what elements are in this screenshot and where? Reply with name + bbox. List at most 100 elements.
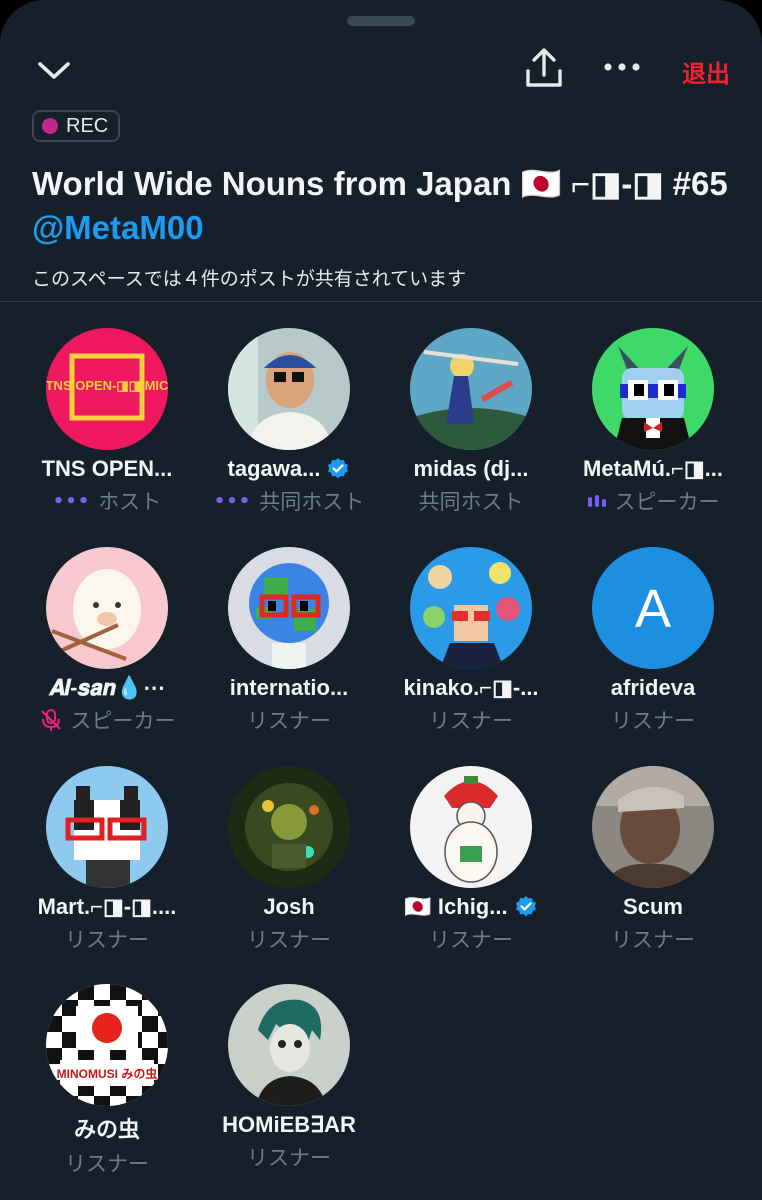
- participant-role: ••• 共同ホスト: [198, 486, 380, 516]
- participant-name: TNS OPEN...: [16, 456, 198, 482]
- participant-role: スピーカー: [16, 705, 198, 735]
- space-sheet: 退出 REC World Wide Nouns from Japan 🇯🇵 ⌐◨…: [0, 0, 762, 1200]
- more-options-icon[interactable]: [600, 52, 644, 82]
- leave-button[interactable]: 退出: [682, 54, 730, 89]
- verified-badge-icon: [515, 896, 536, 917]
- participant-name: みの虫: [16, 1112, 198, 1144]
- chevron-down-icon[interactable]: [34, 50, 74, 90]
- participant-name: internatio...: [198, 675, 380, 701]
- participant-role: リスナー: [380, 705, 562, 735]
- avatar[interactable]: [592, 766, 714, 888]
- avatar[interactable]: [592, 328, 714, 450]
- avatar[interactable]: [46, 766, 168, 888]
- participant-10[interactable]: 🇯🇵 Ichig... リスナー: [380, 766, 562, 954]
- space-title: World Wide Nouns from Japan 🇯🇵 ⌐◨-◨ #65 …: [32, 162, 732, 250]
- avatar[interactable]: [228, 547, 350, 669]
- participant-role-text: リスナー: [247, 1146, 331, 1170]
- avatar[interactable]: [228, 984, 350, 1106]
- participant-role-text: リスナー: [65, 928, 149, 952]
- participant-name: kinako.⌐◨-...: [380, 675, 562, 701]
- avatar[interactable]: [410, 547, 532, 669]
- participant-name-text: midas (dj...: [413, 456, 529, 481]
- avatar[interactable]: MINOMUSI みの虫: [46, 984, 168, 1106]
- participant-6[interactable]: kinako.⌐◨-... リスナー: [380, 547, 562, 735]
- shared-posts-link[interactable]: このスペースでは４件のポストが共有されています: [32, 264, 466, 291]
- speaking-dots-icon: •••: [52, 490, 91, 512]
- participant-1[interactable]: tagawa... ••• 共同ホスト: [198, 328, 380, 516]
- participant-name-text: 🇯🇵 Ichig...: [404, 894, 508, 919]
- participant-9[interactable]: Josh リスナー: [198, 766, 380, 954]
- participant-role: リスナー: [16, 924, 198, 954]
- participant-role-text: リスナー: [611, 928, 695, 952]
- participant-role: リスナー: [562, 705, 744, 735]
- recording-dot-icon: [42, 118, 58, 134]
- participant-role-text: リスナー: [429, 928, 513, 952]
- participant-name-text: 𝑨𝒍-𝒔𝒂𝒏💧⋯: [48, 675, 166, 700]
- participant-11[interactable]: Scum リスナー: [562, 766, 744, 954]
- participant-13[interactable]: HOMiEB∃AR リスナー: [198, 984, 380, 1172]
- space-title-text: World Wide Nouns from Japan 🇯🇵 ⌐◨-◨ #65: [32, 165, 728, 202]
- participant-name: 𝑨𝒍-𝒔𝒂𝒏💧⋯: [16, 675, 198, 701]
- avatar[interactable]: [410, 328, 532, 450]
- participant-12[interactable]: MINOMUSI みの虫みの虫リスナー: [16, 984, 198, 1178]
- avatar[interactable]: [46, 547, 168, 669]
- mic-muted-icon: [40, 709, 61, 731]
- title-handle-link[interactable]: @MetaM00: [32, 209, 204, 246]
- participant-role-text: 共同ホスト: [418, 490, 524, 514]
- participant-8[interactable]: Mart.⌐◨-◨.... リスナー: [16, 766, 198, 954]
- participant-role: リスナー: [380, 924, 562, 954]
- participant-0[interactable]: TNS OPEN-◨◨ MIC TNS OPEN... ••• ホスト: [16, 328, 198, 516]
- participant-name-text: みの虫: [73, 1117, 140, 1142]
- participant-role-text: リスナー: [247, 709, 331, 733]
- avatar[interactable]: [228, 328, 350, 450]
- participant-name: afrideva: [562, 675, 744, 701]
- participant-name-text: Mart.⌐◨-◨....: [37, 894, 177, 919]
- share-icon[interactable]: [522, 46, 566, 90]
- participant-name: MetaMú.⌐◨...: [562, 456, 744, 482]
- participant-name: HOMiEB∃AR: [198, 1112, 380, 1138]
- participant-name-text: HOMiEB∃AR: [222, 1112, 356, 1137]
- participant-name-text: afrideva: [610, 675, 696, 700]
- participant-name: tagawa...: [198, 456, 380, 482]
- participant-name: Mart.⌐◨-◨....: [16, 894, 198, 920]
- participant-role-text: リスナー: [247, 928, 331, 952]
- participant-name-text: kinako.⌐◨-...: [403, 675, 539, 700]
- participant-role: リスナー: [198, 1142, 380, 1172]
- participant-3[interactable]: MetaMú.⌐◨... スピーカー: [562, 328, 744, 516]
- participant-4[interactable]: 𝑨𝒍-𝒔𝒂𝒏💧⋯ スピーカー: [16, 547, 198, 735]
- participant-role-text: 共同ホスト: [259, 490, 365, 514]
- participant-role: スピーカー: [562, 486, 744, 516]
- participant-name: midas (dj...: [380, 456, 562, 482]
- participant-role: ••• ホスト: [16, 486, 198, 516]
- speaking-bars-icon: [587, 495, 606, 507]
- participant-role-text: リスナー: [429, 709, 513, 733]
- participant-name-text: TNS OPEN...: [41, 456, 173, 481]
- participant-role-text: リスナー: [65, 1152, 149, 1176]
- participant-name: Scum: [562, 894, 744, 920]
- participant-role-text: スピーカー: [614, 490, 720, 514]
- avatar[interactable]: [410, 766, 532, 888]
- svg-text:A: A: [635, 579, 671, 639]
- speaking-dots-icon: •••: [213, 490, 252, 512]
- divider: [0, 301, 762, 302]
- participant-role: リスナー: [562, 924, 744, 954]
- svg-text:MINOMUSI みの虫: MINOMUSI みの虫: [57, 1066, 158, 1081]
- participant-role: リスナー: [16, 1148, 198, 1178]
- recording-label: REC: [66, 114, 109, 137]
- avatar[interactable]: TNS OPEN-◨◨ MIC: [46, 328, 168, 450]
- recording-badge: REC: [32, 110, 121, 142]
- participant-role-text: ホスト: [98, 490, 162, 514]
- participant-name-text: Josh: [263, 894, 315, 919]
- verified-badge-icon: [328, 458, 349, 479]
- participant-2[interactable]: midas (dj... 共同ホスト: [380, 328, 562, 516]
- top-bar: 退出: [0, 40, 762, 100]
- participant-7[interactable]: Aafrideva リスナー: [562, 547, 744, 735]
- sheet-grabber[interactable]: [347, 16, 415, 26]
- participant-role: 共同ホスト: [380, 486, 562, 516]
- avatar[interactable]: A: [592, 547, 714, 669]
- avatar[interactable]: [228, 766, 350, 888]
- participant-5[interactable]: internatio... リスナー: [198, 547, 380, 735]
- participant-name-text: tagawa...: [227, 456, 321, 481]
- participant-role-text: リスナー: [611, 709, 695, 733]
- participant-name-text: MetaMú.⌐◨...: [583, 456, 723, 481]
